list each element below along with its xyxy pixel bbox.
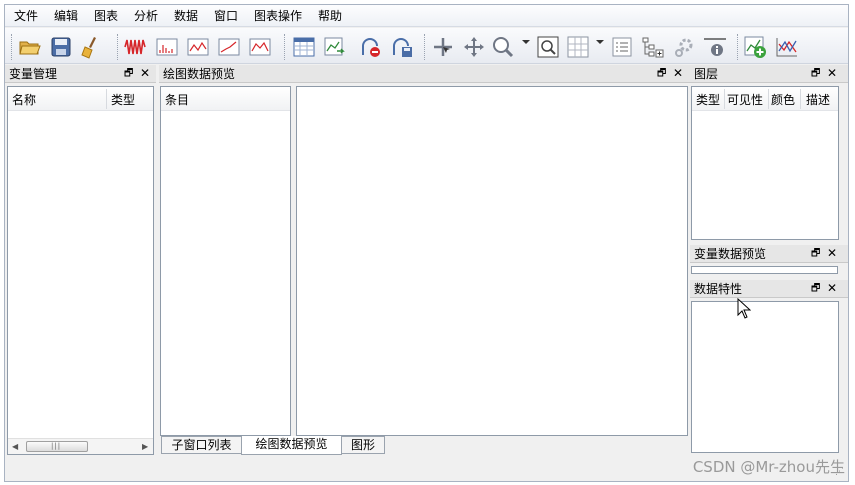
layers-close-icon[interactable]: ✕: [827, 66, 837, 80]
variable-manager-float-icon[interactable]: 🗗: [124, 67, 133, 81]
data-properties-close-icon[interactable]: ✕: [827, 281, 837, 295]
legend-list-icon[interactable]: [610, 35, 634, 59]
curve-fit-icon[interactable]: [775, 35, 799, 59]
layer-list-header: 类型 可见性 颜色 描述: [692, 87, 838, 111]
watermark: CSDN @Mr-zhou先生: [692, 458, 845, 476]
export-chart-icon[interactable]: [323, 35, 347, 59]
pan-icon[interactable]: [462, 35, 486, 59]
column-name-header[interactable]: 名称: [12, 93, 36, 107]
grid-dropdown-icon[interactable]: [596, 40, 604, 44]
column-description-header[interactable]: 描述: [806, 93, 830, 107]
settings-icon[interactable]: [672, 35, 696, 59]
add-layer-icon[interactable]: [743, 35, 767, 59]
variable-list-hscrollbar[interactable]: ◀ ||| ▶: [8, 438, 153, 454]
menu-data[interactable]: 数据: [174, 9, 198, 23]
layers-title: 图层: [694, 67, 719, 81]
menu-file[interactable]: 文件: [14, 9, 38, 23]
variable-list-header: 名称 类型: [8, 87, 153, 111]
signal-icon[interactable]: [124, 35, 148, 59]
variable-manager-title: 变量管理: [9, 67, 58, 81]
data-properties-dock: 数据特性 🗗 ✕: [690, 280, 848, 458]
tab-subwindow-list[interactable]: 子窗口列表: [161, 436, 242, 454]
variable-manager-dock: 变量管理 🗗 ✕ 名称 类型 ◀ ||| ▶: [5, 65, 156, 458]
data-properties-area[interactable]: [691, 301, 839, 453]
column-color-header[interactable]: 颜色: [771, 93, 795, 107]
table-icon[interactable]: [292, 35, 316, 59]
grid-icon[interactable]: [566, 35, 590, 59]
tab-figure[interactable]: 图形: [341, 436, 385, 454]
data-properties-title: 数据特性: [694, 282, 743, 296]
menu-window[interactable]: 窗口: [214, 9, 238, 23]
zoom-dropdown-icon[interactable]: [522, 40, 530, 44]
zoom-icon[interactable]: [491, 35, 515, 59]
variable-preview-title: 变量数据预览: [694, 247, 767, 261]
trend-chart-icon[interactable]: [217, 35, 241, 59]
layer-list[interactable]: 类型 可见性 颜色 描述: [691, 86, 839, 240]
bar-chart-icon[interactable]: [155, 35, 179, 59]
menu-analysis[interactable]: 分析: [134, 9, 158, 23]
scroll-left-arrow-icon[interactable]: ◀: [12, 441, 18, 453]
variable-list[interactable]: 名称 类型 ◀ ||| ▶: [7, 86, 154, 455]
info-icon[interactable]: [703, 35, 727, 59]
line-chart-icon[interactable]: [186, 35, 210, 59]
main-window: 文件 编辑 图表 分析 数据 窗口 图表操作 帮助 变量管理 🗗 ✕ 名称 类型…: [4, 4, 849, 482]
plot-preview-float-icon[interactable]: 🗗: [657, 67, 666, 81]
layers-dock: 图层 🗗 ✕ 类型 可见性 颜色 描述: [690, 65, 848, 241]
clear-icon[interactable]: [80, 35, 104, 59]
variable-preview-dock: 变量数据预览 🗗 ✕: [690, 245, 848, 277]
menu-help[interactable]: 帮助: [318, 9, 342, 23]
zoom-region-icon[interactable]: [536, 35, 560, 59]
plot-preview-dock: 绘图数据预览 🗗 ✕ 条目: [159, 65, 690, 437]
mouse-cursor-icon: [737, 298, 751, 319]
toolbar-handle[interactable]: [11, 34, 13, 60]
layers-titlebar: 图层 🗗 ✕: [690, 65, 848, 83]
entry-list[interactable]: 条目: [160, 86, 291, 436]
select-pointer-icon[interactable]: [431, 35, 455, 59]
data-properties-float-icon[interactable]: 🗗: [811, 282, 820, 296]
entry-list-header: 条目: [161, 87, 290, 111]
variable-preview-close-icon[interactable]: ✕: [827, 246, 837, 260]
save-icon[interactable]: [49, 35, 73, 59]
variable-manager-close-icon[interactable]: ✕: [140, 66, 150, 80]
variable-preview-titlebar: 变量数据预览 🗗 ✕: [690, 245, 848, 263]
variable-manager-titlebar: 变量管理 🗗 ✕: [5, 65, 156, 83]
toolbar: [5, 28, 848, 64]
variable-preview-area[interactable]: [691, 266, 838, 274]
layers-float-icon[interactable]: 🗗: [811, 67, 820, 81]
plot-preview-title: 绘图数据预览: [163, 67, 236, 81]
tab-plot-data-preview[interactable]: 绘图数据预览: [241, 436, 342, 455]
variable-preview-float-icon[interactable]: 🗗: [811, 247, 820, 261]
bottom-tab-bar: 子窗口列表 绘图数据预览 图形: [161, 436, 391, 456]
scroll-right-arrow-icon[interactable]: ▶: [142, 441, 148, 453]
plot-preview-titlebar: 绘图数据预览 🗗 ✕: [159, 65, 690, 83]
scroll-thumb[interactable]: |||: [26, 441, 88, 452]
area-chart-icon[interactable]: [248, 35, 272, 59]
remove-icon[interactable]: [359, 35, 383, 59]
menu-chart-operations[interactable]: 图表操作: [254, 9, 302, 23]
column-layer-type-header[interactable]: 类型: [696, 93, 720, 107]
column-type-header[interactable]: 类型: [111, 93, 135, 107]
menu-chart[interactable]: 图表: [94, 9, 118, 23]
column-visibility-header[interactable]: 可见性: [727, 93, 763, 107]
open-folder-icon[interactable]: [18, 35, 42, 59]
plot-preview-area[interactable]: [296, 86, 688, 436]
save-chart-icon[interactable]: [390, 35, 414, 59]
plot-preview-close-icon[interactable]: ✕: [673, 66, 683, 80]
menu-bar: 文件 编辑 图表 分析 数据 窗口 图表操作 帮助: [5, 5, 848, 27]
data-properties-titlebar: 数据特性 🗗 ✕: [690, 280, 848, 298]
menu-edit[interactable]: 编辑: [54, 9, 78, 23]
tree-add-icon[interactable]: [641, 35, 665, 59]
column-entry-header[interactable]: 条目: [165, 93, 189, 107]
